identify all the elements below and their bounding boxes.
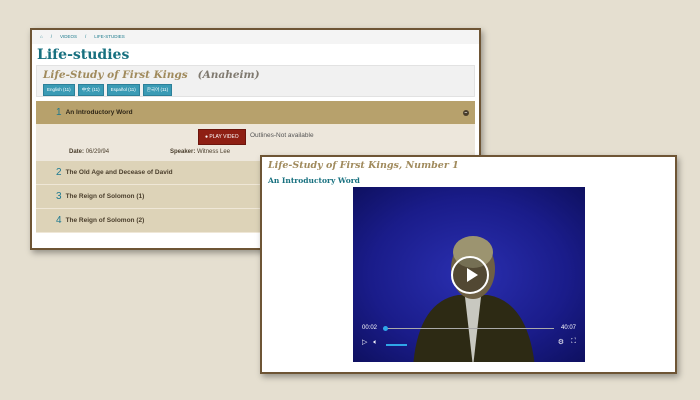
series-header: Life-Study of First Kings (Anaheim) Engli… xyxy=(36,65,475,97)
control-bar: ▷ 🔈︎ ⚙ ⛶ xyxy=(362,338,576,348)
outlines-status: Outlines-Not available xyxy=(250,132,314,139)
message-title: An Introductory Word xyxy=(65,109,133,116)
lang-english[interactable]: English (11) xyxy=(43,84,75,96)
volume-slider[interactable] xyxy=(386,344,407,346)
collapse-icon[interactable]: − xyxy=(463,109,469,116)
current-time: 00:02 xyxy=(362,325,378,331)
lang-chinese[interactable]: 中文 (11) xyxy=(77,84,104,96)
message-title: The Reign of Solomon (1) xyxy=(65,193,145,200)
play-video-button[interactable]: ● PLAY VIDEO xyxy=(198,129,246,145)
message-number: 1 xyxy=(56,107,62,118)
series-title: Life-Study of First Kings xyxy=(43,69,188,81)
breadcrumb: ⌂ / VIDEOS / LIFE-STUDIES xyxy=(32,30,479,44)
play-icon[interactable]: ▷ xyxy=(362,339,367,346)
volume-icon[interactable]: 🔈︎ xyxy=(373,339,377,346)
page-title: Life-studies xyxy=(37,47,130,63)
video-player[interactable]: 00:02 40:07 ▷ 🔈︎ ⚙ ⛶ xyxy=(353,187,585,362)
date: Date: 06/29/94 xyxy=(69,149,110,155)
speaker: Speaker: Witness Lee xyxy=(170,149,231,155)
progress-bar[interactable] xyxy=(383,326,554,331)
big-play-button[interactable] xyxy=(451,256,489,294)
player-subtitle: An Introductory Word xyxy=(268,176,360,185)
lang-korean[interactable]: 한국어 (11) xyxy=(142,84,173,96)
message-title: The Reign of Solomon (2) xyxy=(65,217,145,224)
home-icon[interactable]: ⌂ xyxy=(40,34,43,40)
message-title: The Old Age and Decease of David xyxy=(65,169,173,176)
breadcrumb-life-studies[interactable]: LIFE-STUDIES xyxy=(94,34,125,40)
series-location: (Anaheim) xyxy=(197,69,260,81)
message-row[interactable]: 1 An Introductory Word − xyxy=(36,101,475,125)
player-title: Life-Study of First Kings, Number 1 xyxy=(268,160,459,171)
message-number: 3 xyxy=(56,191,62,202)
breadcrumb-videos[interactable]: VIDEOS xyxy=(60,34,77,40)
fullscreen-icon[interactable]: ⛶ xyxy=(571,338,576,346)
progress-controls: 00:02 40:07 xyxy=(362,325,576,333)
message-number: 2 xyxy=(56,167,62,178)
duration: 40:07 xyxy=(560,325,576,331)
progress-handle[interactable] xyxy=(383,326,389,331)
message-number: 4 xyxy=(56,215,62,226)
lang-spanish[interactable]: Español (11) xyxy=(106,84,140,96)
video-player-window: Life-Study of First Kings, Number 1 An I… xyxy=(260,155,677,374)
settings-icon[interactable]: ⚙ xyxy=(558,338,564,346)
